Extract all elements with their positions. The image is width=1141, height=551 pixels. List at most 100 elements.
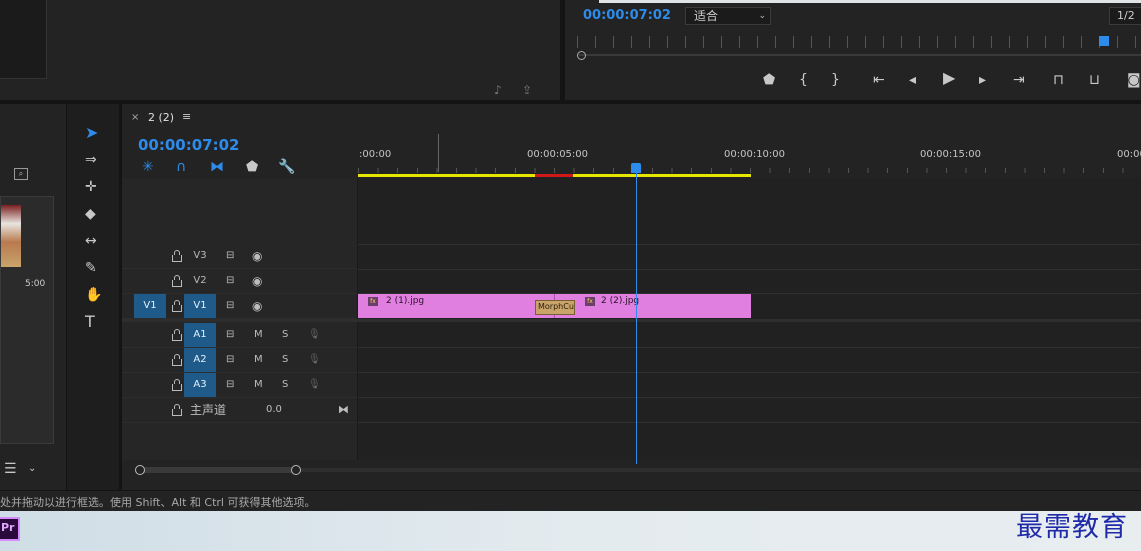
source-patch-v1[interactable]: V1 xyxy=(134,294,166,318)
project-item-thumbnail[interactable]: 5:00 xyxy=(0,196,54,444)
chevron-down-icon[interactable]: ⌄ xyxy=(28,462,36,476)
export-frame-icon[interactable]: ♪ xyxy=(494,83,502,97)
microphone-icon[interactable]: 🎙 xyxy=(308,373,321,397)
solo-button[interactable]: S xyxy=(282,323,288,347)
time-ruler[interactable] xyxy=(357,104,1141,178)
microphone-icon[interactable]: 🎙 xyxy=(308,323,321,347)
watermark: 最需教育 xyxy=(1016,512,1128,543)
sync-lock-icon[interactable]: ⊟ xyxy=(226,323,234,347)
snap-icon[interactable]: ∩ xyxy=(176,160,186,174)
insert-icon[interactable]: ⇪ xyxy=(522,83,532,97)
track-lane-v3[interactable] xyxy=(358,244,1141,270)
project-search-icon[interactable]: ⌕ xyxy=(14,168,28,180)
settings-wrench-icon[interactable]: 🔧 xyxy=(278,160,295,174)
clip-name: 2 (1).jpg xyxy=(386,296,425,306)
sync-lock-icon[interactable]: ⊟ xyxy=(226,244,234,268)
pen-tool-icon[interactable]: ✎ xyxy=(85,261,97,275)
track-target-a1[interactable]: A1 xyxy=(184,323,216,347)
add-marker-icon[interactable]: ⬟ xyxy=(246,160,258,174)
track-row-v1: V1 V1 ⊟ ◉ xyxy=(122,294,357,319)
mute-button[interactable]: M xyxy=(254,348,263,372)
slip-tool-icon[interactable]: ↔ xyxy=(85,234,97,248)
thumbnail-duration: 5:00 xyxy=(25,279,46,289)
program-timecode[interactable]: 00:00:07:02 xyxy=(583,8,671,23)
transition-morph-cut[interactable]: MorphCut xyxy=(535,300,575,315)
program-monitor-panel: 00:00:07:02 适合 ⌄ 1/2 ⬟ { } ⇤ ◂ ▶ ▸ ⇥ ⊓ ⊔… xyxy=(565,0,1141,100)
go-to-in-icon[interactable]: ⇤ xyxy=(873,73,885,87)
timeline-scroll-thumb[interactable] xyxy=(140,467,296,473)
fit-select[interactable]: 适合 ⌄ xyxy=(685,7,771,25)
program-zoom-handle[interactable] xyxy=(577,51,586,60)
lock-icon[interactable] xyxy=(172,404,182,416)
master-volume-value[interactable]: 0.0 xyxy=(266,398,282,422)
lock-icon[interactable] xyxy=(172,250,182,262)
premiere-app-icon[interactable]: Pr xyxy=(0,517,20,541)
track-target-v1[interactable]: V1 xyxy=(184,294,216,318)
razor-tool-icon[interactable]: ◆ xyxy=(85,207,96,221)
step-back-icon[interactable]: ◂ xyxy=(909,73,916,87)
mute-button[interactable]: M xyxy=(254,323,263,347)
lock-icon[interactable] xyxy=(172,275,182,287)
status-text: 处并拖动以进行框选。使用 Shift、Alt 和 Ctrl 可获得其他选项。 xyxy=(0,496,316,509)
track-lane-a2[interactable] xyxy=(358,348,1141,373)
track-row-a1: A1 ⊟ M S 🎙 xyxy=(122,323,357,348)
track-lane-v2[interactable] xyxy=(358,269,1141,294)
track-target-a2[interactable]: A2 xyxy=(184,348,216,372)
step-forward-icon[interactable]: ▸ xyxy=(979,73,986,87)
clip-name: 2 (2).jpg xyxy=(601,296,640,306)
resolution-select[interactable]: 1/2 xyxy=(1109,7,1141,25)
app-badge-text: Pr xyxy=(1,521,15,534)
program-zoom-bar[interactable] xyxy=(579,54,1141,56)
scroll-handle-left[interactable] xyxy=(135,465,145,475)
track-select-tool-icon[interactable]: ⇒ xyxy=(85,153,97,167)
linked-selection-icon[interactable]: ⧓ xyxy=(210,160,224,174)
eye-icon[interactable]: ◉ xyxy=(252,244,262,268)
clip-2-2-jpg[interactable]: fx 2 (2).jpg xyxy=(555,294,751,318)
selection-tool-icon[interactable]: ➤ xyxy=(85,125,98,141)
lock-icon[interactable] xyxy=(172,379,182,391)
go-to-endpoint-icon[interactable]: ⧓ xyxy=(338,398,349,422)
marker-icon[interactable]: ⬟ xyxy=(763,73,775,87)
tab-menu-icon[interactable]: ≡ xyxy=(182,110,191,123)
fit-select-value: 适合 xyxy=(694,9,719,23)
sync-lock-icon[interactable]: ⊟ xyxy=(226,269,234,293)
hand-tool-icon[interactable]: ✋ xyxy=(85,288,102,302)
sequence-tab[interactable]: 2 (2) xyxy=(148,111,174,124)
program-playhead[interactable] xyxy=(1099,36,1109,46)
export-frame-camera-icon[interactable]: ◙ xyxy=(1127,73,1141,87)
fx-badge: fx xyxy=(585,297,595,306)
ripple-edit-tool-icon[interactable]: ✛ xyxy=(85,180,97,194)
microphone-icon[interactable]: 🎙 xyxy=(308,348,321,372)
eye-icon[interactable]: ◉ xyxy=(252,294,262,318)
solo-button[interactable]: S xyxy=(282,373,288,397)
lock-icon[interactable] xyxy=(172,300,182,312)
lock-icon[interactable] xyxy=(172,354,182,366)
lock-icon[interactable] xyxy=(172,329,182,341)
type-tool-icon[interactable]: T xyxy=(85,314,95,330)
track-lane-a1[interactable] xyxy=(358,323,1141,348)
sync-lock-icon[interactable]: ⊟ xyxy=(226,348,234,372)
ruler-label-0: :00:00 xyxy=(359,149,392,160)
close-tab-icon[interactable]: × xyxy=(131,112,139,123)
clip-2-1-jpg[interactable]: fx 2 (1).jpg xyxy=(358,294,555,318)
track-lane-master[interactable] xyxy=(358,398,1141,423)
solo-button[interactable]: S xyxy=(282,348,288,372)
nest-icon[interactable]: ✳ xyxy=(142,160,154,174)
track-target-a3[interactable]: A3 xyxy=(184,373,216,397)
mute-button[interactable]: M xyxy=(254,373,263,397)
timeline-playhead-line[interactable] xyxy=(636,170,637,464)
go-to-out-icon[interactable]: ⇥ xyxy=(1013,73,1025,87)
play-icon[interactable]: ▶ xyxy=(943,70,955,86)
sync-lock-icon[interactable]: ⊟ xyxy=(226,373,234,397)
eye-icon[interactable]: ◉ xyxy=(252,269,262,293)
sync-lock-icon[interactable]: ⊟ xyxy=(226,294,234,318)
timeline-timecode[interactable]: 00:00:07:02 xyxy=(138,136,240,154)
mark-out-icon[interactable]: } xyxy=(831,73,840,87)
track-lane-a3[interactable] xyxy=(358,373,1141,398)
scroll-handle-right[interactable] xyxy=(291,465,301,475)
mark-in-icon[interactable]: { xyxy=(799,73,808,87)
extract-icon[interactable]: ⊔ xyxy=(1089,73,1100,87)
list-view-icon[interactable]: ☰ xyxy=(4,462,17,476)
program-mini-ruler[interactable] xyxy=(577,36,1141,48)
lift-icon[interactable]: ⊓ xyxy=(1053,73,1064,87)
